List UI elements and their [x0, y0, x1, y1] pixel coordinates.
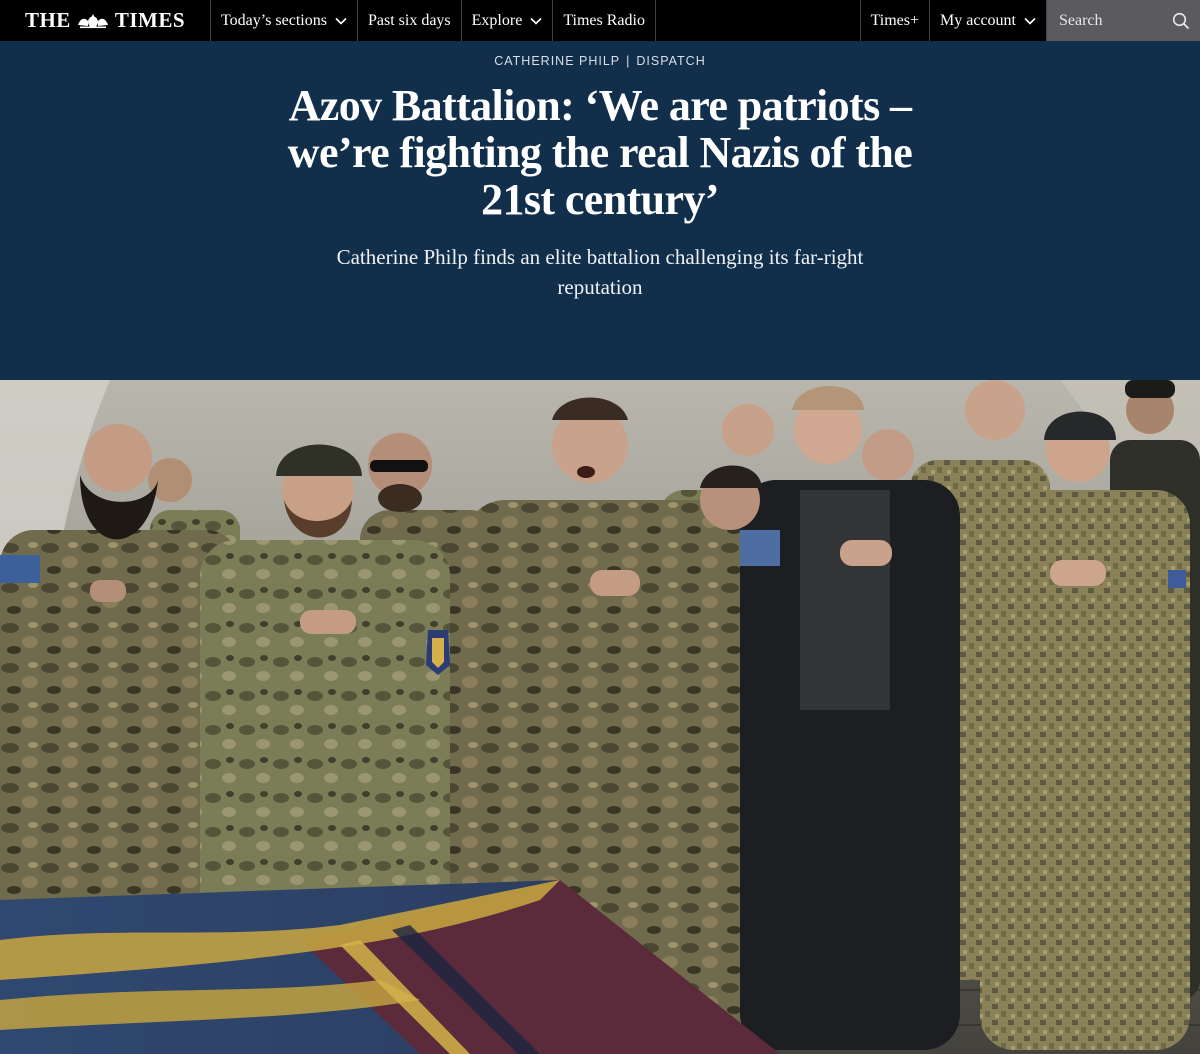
logo-text-times: TIMES	[114, 8, 186, 32]
chevron-down-icon	[530, 17, 542, 25]
article-header: CATHERINE PHILP | DISPATCH Azov Battalion:…	[0, 41, 1200, 380]
section-link[interactable]: DISPATCH	[636, 54, 705, 68]
royal-crest-icon	[77, 13, 108, 28]
nav-item-label: Past six days	[367, 11, 451, 29]
nav-item-my-account[interactable]: My account	[930, 0, 1047, 41]
author-link[interactable]: CATHERINE PHILP	[494, 54, 620, 68]
nav-item-label: Explore	[471, 11, 523, 29]
nav-item-label: My account	[940, 11, 1016, 29]
nav-item-times-plus[interactable]: Times+	[859, 0, 931, 41]
nav-item-explore[interactable]: Explore	[462, 0, 554, 41]
chevron-down-icon	[335, 17, 347, 25]
times-logo[interactable]: THE TIMES	[0, 0, 211, 41]
nav-item-todays-sections[interactable]: Today’s sections	[211, 0, 358, 41]
top-navigation: THE TIMES Today’s sections Past six days…	[0, 0, 1200, 41]
article-kicker: CATHERINE PHILP | DISPATCH	[0, 54, 1200, 68]
search-input[interactable]	[1057, 10, 1161, 31]
soldiers-photo-illustration	[0, 380, 1200, 1054]
nav-item-times-radio[interactable]: Times Radio	[553, 0, 656, 41]
kicker-separator: |	[626, 54, 631, 68]
nav-item-label: Today’s sections	[221, 11, 327, 29]
logo-text-the: THE	[24, 8, 71, 32]
nav-item-past-six-days[interactable]: Past six days	[358, 0, 462, 41]
lead-photo	[0, 380, 1200, 1054]
article-standfirst: Catherine Philp finds an elite battalion…	[336, 245, 864, 299]
search-icon[interactable]	[1172, 12, 1190, 30]
article-headline: Azov Battalion: ‘We are patriots – we’re…	[287, 81, 913, 225]
nav-item-label: Times Radio	[563, 11, 645, 29]
chevron-down-icon	[1024, 17, 1036, 25]
nav-item-label: Times+	[870, 11, 920, 29]
search-box[interactable]	[1047, 0, 1200, 41]
